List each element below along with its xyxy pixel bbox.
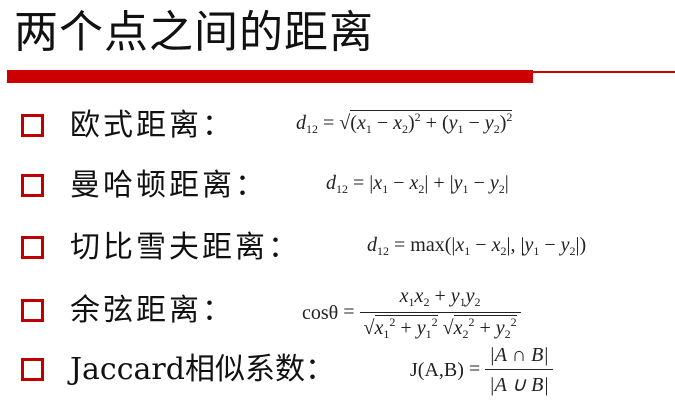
- jaccard-denominator: |A ∪ B|: [489, 374, 549, 396]
- manhattan-formula: d12 = |x1 − x2| + |y1 − y2|: [326, 172, 509, 196]
- list-item-cosine: 余弦距离： cosθ = x1x2 + y1y2 √x12 + y12 √x22…: [0, 285, 675, 341]
- item-label: 切比雪夫距离：: [70, 230, 301, 265]
- cos-symbol: cosθ: [302, 302, 339, 324]
- jaccard-formula: J(A,B) = |A ∩ B| |A ∪ B|: [410, 344, 553, 397]
- item-label: 欧式距离：: [70, 108, 235, 143]
- list-item-euclidean: 欧式距离： d12 = √(x1 − x2)2 + (y1 − y2)2: [0, 100, 675, 156]
- title-underline-thin: [533, 71, 675, 73]
- chebyshev-formula: d12 = max(|x1 − x2|, |y1 − y2|): [367, 234, 587, 258]
- jaccard-numerator: |A ∩ B|: [485, 344, 553, 370]
- jaccard-lhs: J(A,B): [410, 359, 464, 381]
- item-label: 余弦距离：: [70, 293, 235, 328]
- checkbox-icon: [21, 299, 44, 322]
- checkbox-icon: [21, 358, 44, 381]
- checkbox-icon: [21, 236, 44, 259]
- jaccard-fraction: |A ∩ B| |A ∪ B|: [485, 344, 553, 397]
- checkbox-icon: [21, 174, 44, 197]
- cosine-fraction: x1x2 + y1y2 √x12 + y12 √x22 + y22: [359, 285, 521, 342]
- title-underline-bar: [7, 70, 533, 83]
- cosine-formula: cosθ = x1x2 + y1y2 √x12 + y12 √x22 + y22: [302, 285, 521, 342]
- item-label: Jaccard相似系数：: [70, 352, 335, 387]
- list-item-manhattan: 曼哈顿距离： d12 = |x1 − x2| + |y1 − y2|: [0, 162, 675, 218]
- page-title: 两个点之间的距离: [14, 7, 374, 58]
- item-label: 曼哈顿距离：: [70, 168, 268, 203]
- checkbox-icon: [21, 114, 44, 137]
- list-item-chebyshev: 切比雪夫距离： d12 = max(|x1 − x2|, |y1 − y2|): [0, 222, 675, 278]
- euclidean-formula: d12 = √(x1 − x2)2 + (y1 − y2)2: [296, 110, 513, 136]
- list-item-jaccard: Jaccard相似系数： J(A,B) = |A ∩ B| |A ∪ B|: [0, 344, 675, 402]
